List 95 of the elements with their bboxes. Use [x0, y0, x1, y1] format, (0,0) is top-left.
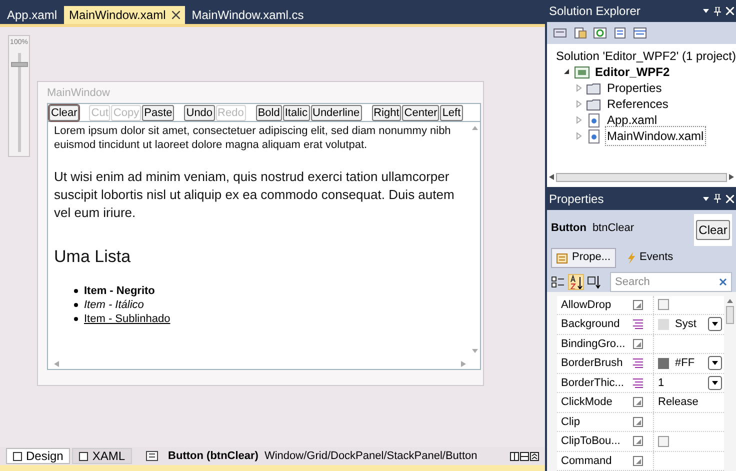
folder-icon — [586, 80, 602, 96]
bullet-icon — [74, 302, 78, 306]
categorized-icon[interactable] — [551, 274, 565, 288]
scroll-up-icon[interactable] — [727, 298, 733, 302]
checkbox[interactable] — [658, 299, 669, 310]
list-item: Item - Itálico — [84, 298, 144, 312]
design-icon — [13, 452, 22, 460]
pin-icon[interactable] — [714, 194, 721, 204]
pin-icon[interactable] — [714, 6, 721, 16]
expanded-arrow-icon[interactable] — [563, 68, 571, 76]
view-tab[interactable]: Design — [6, 448, 70, 464]
default-marker-icon[interactable] — [633, 436, 643, 446]
panel-tab[interactable]: Prope... — [551, 248, 616, 268]
bound-marker-icon[interactable] — [633, 378, 643, 388]
sort-icon[interactable] — [587, 274, 603, 290]
default-marker-icon[interactable] — [633, 300, 643, 310]
toolbar-button[interactable]: Underline — [310, 104, 362, 120]
property-name: BorderThic... — [560, 376, 625, 390]
toolbar-button[interactable]: Italic — [282, 104, 310, 120]
files-icon[interactable] — [573, 27, 587, 39]
bullet-icon — [74, 288, 78, 292]
scroll-left-icon[interactable] — [549, 174, 554, 180]
property-name: ClipToBou... — [560, 434, 622, 449]
window-title: MainWindow — [47, 86, 111, 101]
default-marker-icon[interactable] — [633, 456, 643, 466]
collapse-icon[interactable] — [530, 452, 539, 460]
search-field[interactable]: Search — [610, 272, 732, 292]
property-name: Background — [560, 317, 621, 332]
split-horizontal-icon[interactable] — [520, 452, 529, 460]
paragraph: Ut wisi enim ad minim veniam, quis nostrud exerci tation ullamcorper suscipit lobortis nisl ut aliquip ex ea commodo consequat. Duis autem vel eum iriure. — [54, 168, 456, 222]
checkbox[interactable] — [658, 436, 669, 447]
property-value[interactable]: Syst — [675, 316, 704, 332]
default-marker-icon[interactable] — [633, 397, 643, 408]
panel-tab[interactable]: Events — [622, 248, 678, 268]
paragraph: Lorem ipsum dolor sit amet, consectetuer adipiscing elit, sed diam nonummy nibh euismod tincidunt ut laoreet dolore magna aliquam erat volutpat. — [54, 124, 452, 152]
object-name[interactable]: btnClear — [592, 220, 634, 236]
toolbar-button[interactable]: Paste — [142, 104, 174, 120]
list-item: Item - Sublinhado — [84, 312, 170, 326]
toolbar-button[interactable]: Clear — [49, 104, 80, 120]
default-marker-icon[interactable] — [633, 416, 643, 427]
property-name: Command — [560, 454, 613, 468]
document-tab[interactable]: MainWindow.xaml.cs — [186, 6, 309, 24]
property-name: Clip — [560, 414, 581, 430]
toolbar-button[interactable]: Bold — [256, 104, 282, 120]
project-icon — [574, 64, 590, 80]
dropdown-arrow-icon[interactable] — [703, 9, 709, 13]
property-value[interactable]: 1 — [658, 374, 704, 391]
properties-icon[interactable] — [553, 27, 567, 39]
bound-marker-icon[interactable] — [633, 319, 643, 330]
split-vertical-icon[interactable] — [510, 452, 519, 460]
toolbar-button[interactable]: Center — [402, 104, 440, 120]
property-value[interactable]: Release — [658, 394, 698, 410]
bullet-icon — [74, 316, 78, 320]
button-preview: Clear — [696, 220, 730, 240]
property-name: BorderBrush — [560, 356, 624, 371]
refresh-icon[interactable] — [593, 27, 607, 39]
slider-thumb[interactable] — [10, 62, 28, 68]
tree-item[interactable]: MainWindow.xaml — [605, 126, 706, 146]
lightning-icon — [626, 252, 636, 264]
scrollbar-thumb[interactable] — [556, 172, 727, 182]
object-type: Button — [551, 220, 586, 236]
property-name: ClickMode — [560, 395, 614, 410]
default-marker-icon[interactable] — [633, 338, 643, 349]
document-tab[interactable]: App.xaml — [2, 6, 62, 24]
element-path[interactable]: Window/Grid/DockPanel/StackPanel/Button — [264, 448, 478, 464]
scrollbar-thumb[interactable] — [726, 306, 734, 324]
properties-icon — [556, 252, 568, 264]
horizontal-scrollbar[interactable] — [549, 171, 734, 184]
bound-marker-icon[interactable] — [633, 358, 643, 368]
file-icon — [586, 112, 602, 128]
element-icon — [146, 451, 158, 461]
document-tab[interactable]: MainWindow.xaml — [64, 6, 185, 24]
property-name: BindingGro... — [560, 336, 626, 352]
scroll-right-icon[interactable] — [729, 174, 734, 180]
selected-element: Button (btnClear) — [168, 448, 258, 464]
sort-alphabetical-icon[interactable] — [568, 274, 584, 290]
folder-icon — [586, 96, 602, 112]
panel-title: Solution Explorer — [549, 3, 642, 20]
panel-title: Properties — [549, 190, 605, 208]
clear-search-icon[interactable] — [719, 278, 727, 286]
markup-icon — [79, 452, 88, 460]
toolbar-button[interactable]: Right — [372, 104, 402, 120]
close-icon[interactable] — [172, 11, 180, 19]
code-view-icon[interactable] — [613, 27, 627, 39]
file-icon — [586, 128, 602, 144]
toolbar-button[interactable]: Left — [440, 104, 463, 120]
heading: Uma Lista — [54, 246, 132, 268]
property-name: AllowDrop — [560, 298, 612, 312]
list-item: Item - Negrito — [84, 284, 155, 298]
rich-text-area[interactable] — [47, 122, 481, 370]
dropdown-arrow-icon[interactable] — [703, 196, 709, 201]
class-diagram-icon[interactable] — [633, 27, 647, 39]
toolbar-button[interactable]: Undo — [184, 104, 215, 120]
view-tab[interactable]: XAML — [72, 448, 132, 464]
property-value[interactable]: #FF — [675, 355, 704, 372]
